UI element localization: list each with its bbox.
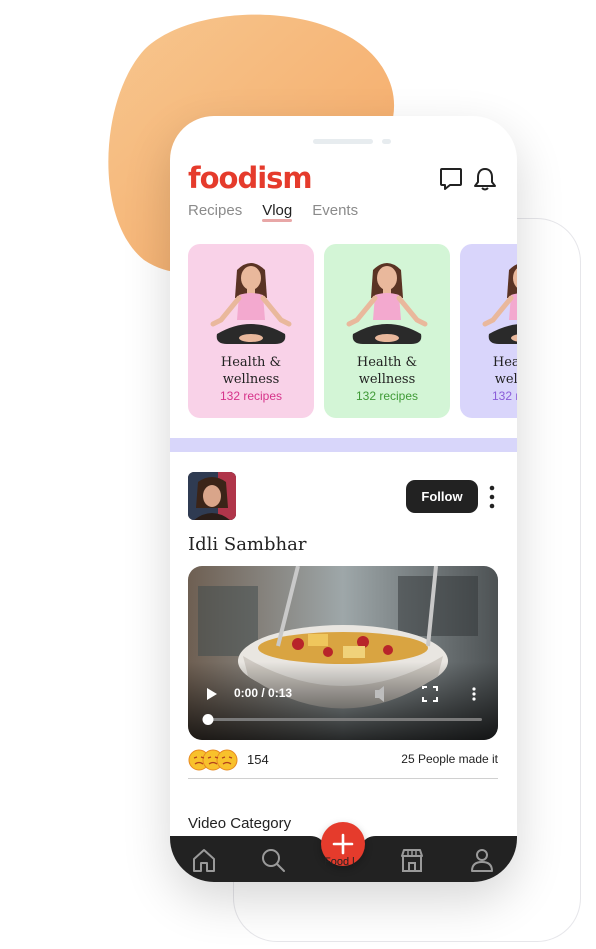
tab-events[interactable]: Events (312, 202, 358, 221)
category-count: 132 recipes (491, 389, 517, 403)
post-title: Idli Sambhar (188, 534, 307, 555)
category-title: Health & wellness (356, 355, 418, 387)
store-icon[interactable] (399, 847, 425, 873)
category-count: 132 recipes (219, 389, 283, 403)
speaker-notch (313, 139, 373, 144)
reaction-count: 154 (247, 752, 269, 767)
category-carousel: Health & wellness 132 recipes Health & w… (188, 244, 517, 418)
category-card[interactable]: Health & wellness 132 recipes (188, 244, 314, 418)
made-it-count: 25 People made it (401, 752, 498, 766)
video-player[interactable]: 0:00 / 0:13 (188, 566, 498, 740)
home-icon[interactable] (191, 847, 217, 873)
seek-handle (202, 714, 214, 725)
category-title: Health & wellness (492, 355, 517, 387)
bell-icon[interactable] (472, 166, 498, 192)
yoga-image (482, 264, 517, 344)
more-options-icon[interactable] (486, 484, 498, 510)
avatar-image (188, 472, 236, 520)
section-divider (170, 438, 517, 452)
camera-notch (382, 139, 391, 144)
category-card[interactable]: Health & wellness 132 recipes (324, 244, 450, 418)
add-button-label: Food l (324, 856, 355, 868)
reaction-emojis-icon[interactable] (188, 749, 238, 771)
top-tabs: Recipes Vlog Events (188, 202, 358, 222)
follow-button[interactable]: Follow (406, 480, 478, 513)
section-title: Video Category (188, 815, 292, 832)
avatar[interactable] (188, 472, 236, 520)
yoga-image (346, 263, 428, 344)
video-time: 0:00 / 0:13 (234, 686, 293, 700)
divider (188, 778, 498, 779)
add-icon (332, 833, 354, 855)
category-count: 132 recipes (355, 389, 419, 403)
profile-icon[interactable] (469, 847, 495, 873)
category-title: Health & wellness (220, 355, 282, 387)
search-icon[interactable] (260, 847, 286, 873)
phone-frame: foodism Recipes Vlog Events Health & wel… (170, 116, 517, 882)
tab-recipes[interactable]: Recipes (188, 202, 242, 221)
tab-vlog[interactable]: Vlog (262, 202, 293, 222)
category-card[interactable]: Health & wellness 132 recipes (460, 244, 517, 418)
chat-icon[interactable] (438, 166, 464, 192)
app-logo: foodism (188, 161, 313, 195)
video-frame (188, 566, 498, 740)
yoga-image (210, 263, 292, 344)
